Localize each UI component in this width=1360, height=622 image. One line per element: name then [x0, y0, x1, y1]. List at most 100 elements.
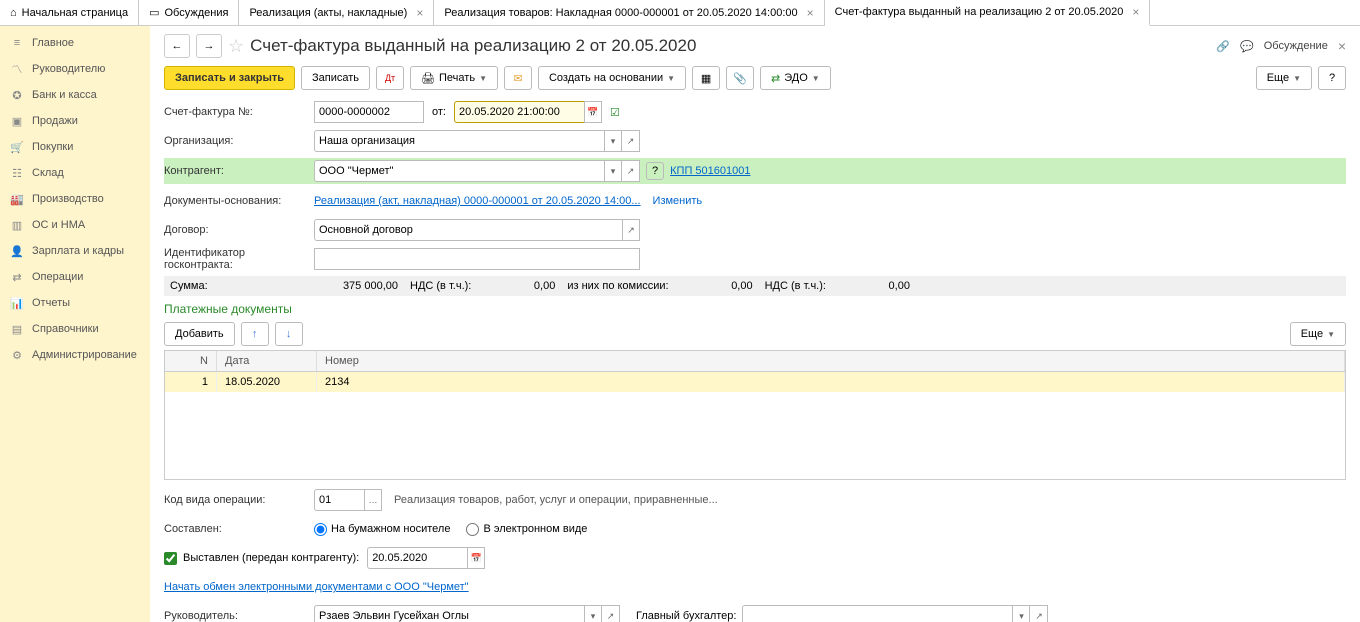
table-row[interactable]: 1 18.05.2020 2134	[165, 372, 1345, 392]
dt-kt-button[interactable]: Дт	[376, 66, 404, 90]
number-field[interactable]: 0000-0000002	[314, 101, 424, 123]
side-purchase[interactable]: 🛒 Покупки	[0, 134, 150, 160]
discuss-icon[interactable]: 💬	[1240, 40, 1254, 53]
counter-field[interactable]: ООО "Чермет"	[314, 160, 604, 182]
open-icon[interactable]: ↗	[622, 219, 640, 241]
cart-icon: 🛒	[10, 140, 24, 154]
gov-label: Идентификатор госконтракта:	[164, 247, 314, 271]
basis-change[interactable]: Изменить	[653, 195, 703, 207]
contract-field[interactable]: Основной договор	[314, 219, 622, 241]
mail-button[interactable]: ✉	[504, 66, 532, 90]
side-admin[interactable]: ⚙Администрирование	[0, 342, 150, 368]
open-icon[interactable]: ↗	[622, 130, 640, 152]
tab-home[interactable]: ⌂ Начальная страница	[0, 0, 139, 25]
create-basis-label: Создать на основании	[549, 72, 663, 84]
save-close-button[interactable]: Записать и закрыть	[164, 66, 295, 90]
side-production[interactable]: 🏭Производство	[0, 186, 150, 212]
acc-field[interactable]	[742, 605, 1012, 622]
edo-button[interactable]: ⇄ЭДО▼	[760, 66, 831, 90]
structure-button[interactable]: ▦	[692, 66, 720, 90]
side-reports[interactable]: 📊Отчеты	[0, 290, 150, 316]
side-manager[interactable]: 〽Руководителю	[0, 56, 150, 82]
close-icon[interactable]: ×	[807, 6, 814, 20]
open-icon[interactable]: ↗	[1030, 605, 1048, 622]
col-date[interactable]: Дата	[217, 351, 317, 371]
tab-discuss[interactable]: ▭ Обсуждения	[139, 0, 239, 25]
tab-doc1[interactable]: Реализация (акты, накладные) ×	[239, 0, 434, 25]
issued-date-field[interactable]: 20.05.2020	[367, 547, 467, 569]
tab-label: Реализация (акты, накладные)	[249, 7, 407, 19]
add-button[interactable]: Добавить	[164, 322, 235, 346]
check-icon[interactable]: ☑	[610, 106, 620, 119]
sidebar-item-label: Банк и касса	[32, 89, 97, 101]
sidebar: ≡Главное 〽Руководителю ✪Банк и касса ▣Пр…	[0, 26, 150, 622]
side-assets[interactable]: ▥ОС и НМА	[0, 212, 150, 238]
open-icon[interactable]: ↗	[622, 160, 640, 182]
side-main[interactable]: ≡Главное	[0, 30, 150, 56]
basis-link[interactable]: Реализация (акт, накладная) 0000-000001 …	[314, 195, 641, 207]
dropdown-icon[interactable]: ▾	[1012, 605, 1030, 622]
from-label: от:	[432, 106, 446, 118]
close-icon[interactable]: ×	[416, 6, 423, 20]
sidebar-item-label: Руководителю	[32, 63, 105, 75]
more-label: Еще	[1301, 328, 1323, 340]
help-button[interactable]: ?	[1318, 66, 1346, 90]
edo-link[interactable]: Начать обмен электронными документами с …	[164, 581, 469, 593]
counter-label: Контрагент:	[164, 165, 314, 177]
move-up-button[interactable]: ↑	[241, 322, 269, 346]
print-button[interactable]: 🖨Печать▼	[410, 66, 498, 90]
select-icon[interactable]: …	[364, 489, 382, 511]
forward-button[interactable]: →	[196, 34, 222, 58]
side-hr[interactable]: 👤Зарплата и кадры	[0, 238, 150, 264]
tab-label: Счет-фактура выданный на реализацию 2 от…	[835, 6, 1124, 18]
close-icon[interactable]: ×	[1132, 5, 1139, 19]
kpp-link[interactable]: КПП 501601001	[670, 165, 750, 177]
back-button[interactable]: ←	[164, 34, 190, 58]
link-icon[interactable]: 🔗	[1216, 40, 1230, 53]
toolbar: Записать и закрыть Записать Дт 🖨Печать▼ …	[164, 66, 1346, 90]
radio-elec-input[interactable]	[466, 523, 479, 536]
date-field[interactable]: 20.05.2020 21:00:00	[454, 101, 584, 123]
more-button[interactable]: Еще▼	[1290, 322, 1346, 346]
side-operations[interactable]: ⇄Операции	[0, 264, 150, 290]
main-area: ← → ☆ Счет-фактура выданный на реализаци…	[150, 26, 1360, 622]
stock-icon: ☷	[10, 166, 24, 180]
gov-field[interactable]	[314, 248, 640, 270]
more-button[interactable]: Еще▼	[1256, 66, 1312, 90]
dropdown-icon[interactable]: ▾	[584, 605, 602, 622]
sidebar-item-label: Операции	[32, 271, 83, 283]
sidebar-item-label: Склад	[32, 167, 64, 179]
code-field[interactable]: 01	[314, 489, 364, 511]
side-sales[interactable]: ▣Продажи	[0, 108, 150, 134]
discuss-label[interactable]: Обсуждение	[1264, 40, 1328, 52]
tab-doc2[interactable]: Реализация товаров: Накладная 0000-00000…	[434, 0, 824, 25]
calendar-icon[interactable]: 📅	[584, 101, 602, 123]
side-bank[interactable]: ✪Банк и касса	[0, 82, 150, 108]
mgr-field[interactable]: Рзаев Эльвин Гусейхан Оглы	[314, 605, 584, 622]
radio-paper[interactable]: На бумажном носителе	[314, 523, 450, 536]
star-icon[interactable]: ☆	[228, 36, 244, 57]
sidebar-item-label: Покупки	[32, 141, 73, 153]
help-button[interactable]: ?	[646, 162, 664, 180]
dropdown-icon[interactable]: ▾	[604, 160, 622, 182]
col-num[interactable]: Номер	[317, 351, 1345, 371]
radio-elec[interactable]: В электронном виде	[466, 523, 587, 536]
create-basis-button[interactable]: Создать на основании▼	[538, 66, 686, 90]
calendar-icon[interactable]: 📅	[467, 547, 485, 569]
tab-doc3[interactable]: Счет-фактура выданный на реализацию 2 от…	[825, 0, 1151, 26]
move-down-button[interactable]: ↓	[275, 322, 303, 346]
sum-label: Сумма:	[170, 280, 320, 292]
radio-paper-input[interactable]	[314, 523, 327, 536]
save-button[interactable]: Записать	[301, 66, 370, 90]
sidebar-item-label: ОС и НМА	[32, 219, 85, 231]
side-refs[interactable]: ▤Справочники	[0, 316, 150, 342]
dropdown-icon[interactable]: ▾	[604, 130, 622, 152]
chart-icon: 📊	[10, 296, 24, 310]
open-icon[interactable]: ↗	[602, 605, 620, 622]
org-field[interactable]: Наша организация	[314, 130, 604, 152]
close-icon[interactable]: ×	[1338, 38, 1346, 54]
issued-checkbox[interactable]	[164, 552, 177, 565]
attach-button[interactable]: 📎	[726, 66, 754, 90]
col-n[interactable]: N	[165, 351, 217, 371]
side-stock[interactable]: ☷ Склад	[0, 160, 150, 186]
